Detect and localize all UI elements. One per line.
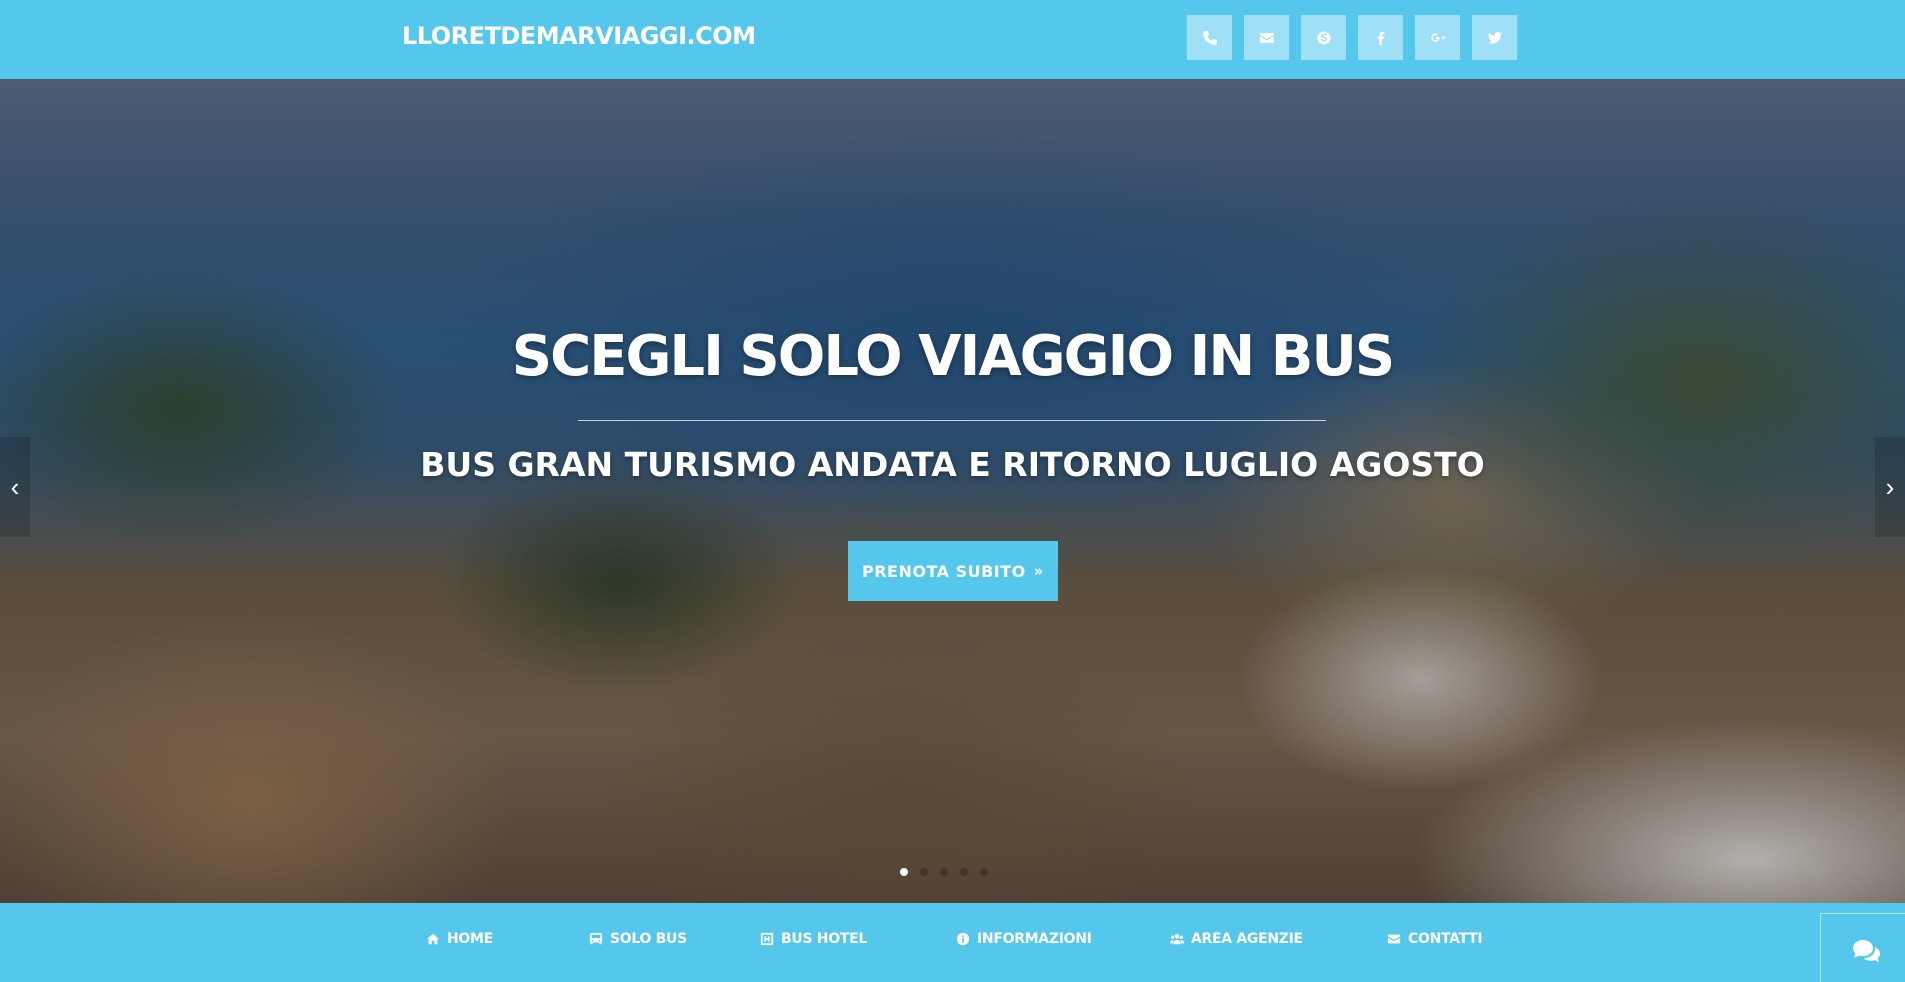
home-icon [426, 933, 440, 945]
nav-item-label: SOLO BUS [610, 931, 687, 947]
users-icon [1170, 934, 1184, 945]
chevron-left-icon: ‹ [10, 471, 20, 502]
twitter-icon[interactable] [1472, 15, 1517, 60]
nav-item-solo-bus[interactable]: SOLO BUS [589, 931, 687, 947]
info-icon [956, 932, 970, 946]
facebook-icon[interactable] [1358, 15, 1403, 60]
nav-item-label: INFORMAZIONI [977, 931, 1092, 947]
chat-button[interactable] [1820, 913, 1905, 982]
main-navigation: HOME SOLO BUS BUS HOTEL INFORMAZIONI ARE… [0, 903, 1905, 982]
phone-icon[interactable] [1187, 15, 1232, 60]
site-logo-text[interactable]: LLORETDEMARVIAGGI.COM [402, 22, 756, 50]
hero-headline: SCEGLI SOLO VIAGGIO IN BUS [511, 324, 1395, 389]
nav-item-label: CONTATTI [1408, 931, 1483, 947]
nav-item-area-agenzie[interactable]: AREA AGENZIE [1170, 931, 1303, 947]
nav-item-informazioni[interactable]: INFORMAZIONI [956, 931, 1092, 947]
nav-item-label: AREA AGENZIE [1191, 931, 1303, 947]
google-plus-icon[interactable] [1415, 15, 1460, 60]
hero-subheadline: BUS GRAN TURISMO ANDATA E RITORNO LUGLIO… [420, 445, 1485, 484]
hero-slide: SCEGLI SOLO VIAGGIO IN BUS BUS GRAN TURI… [0, 79, 1905, 903]
slider-dot[interactable] [960, 868, 968, 876]
bus-icon [589, 932, 603, 945]
top-header: LLORETDEMARVIAGGI.COM [0, 0, 1905, 79]
hotel-icon [760, 932, 774, 946]
book-now-button[interactable]: PRENOTA SUBITO » [848, 541, 1058, 601]
nav-item-label: HOME [447, 931, 493, 947]
slider-pagination [900, 868, 988, 876]
envelope-icon [1387, 934, 1401, 944]
book-now-label: PRENOTA SUBITO [862, 561, 1026, 581]
chat-bubbles-icon [1852, 939, 1880, 962]
nav-item-label: BUS HOTEL [781, 931, 867, 947]
slider-prev-arrow[interactable]: ‹ [0, 437, 30, 537]
hero-slider: SCEGLI SOLO VIAGGIO IN BUS BUS GRAN TURI… [0, 79, 1905, 903]
chevron-right-icon: › [1885, 471, 1895, 502]
slider-dot[interactable] [900, 868, 908, 876]
nav-item-bus-hotel[interactable]: BUS HOTEL [760, 931, 867, 947]
slider-dot[interactable] [920, 868, 928, 876]
slider-dot[interactable] [980, 868, 988, 876]
nav-item-contatti[interactable]: CONTATTI [1387, 931, 1483, 947]
social-links [1187, 15, 1517, 60]
double-chevron-right-icon: » [1033, 562, 1044, 580]
skype-icon[interactable] [1301, 15, 1346, 60]
slider-dot[interactable] [940, 868, 948, 876]
nav-item-home[interactable]: HOME [426, 931, 493, 947]
slider-next-arrow[interactable]: › [1875, 437, 1905, 537]
envelope-icon[interactable] [1244, 15, 1289, 60]
hero-divider [578, 420, 1326, 421]
